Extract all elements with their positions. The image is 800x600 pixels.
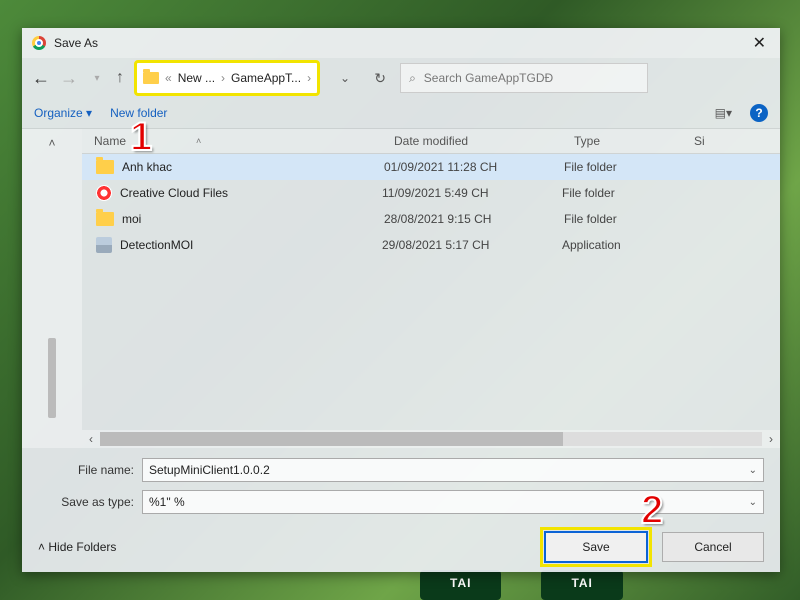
- scrollbar-thumb[interactable]: [48, 338, 56, 418]
- savetype-label: Save as type:: [38, 495, 142, 509]
- file-type: File folder: [564, 160, 704, 174]
- scrollbar-track[interactable]: [100, 432, 762, 446]
- breadcrumb-part[interactable]: New ...: [178, 71, 215, 85]
- save-fields: File name: SetupMiniClient1.0.0.2 ⌄ Save…: [22, 448, 780, 522]
- folder-icon: [96, 212, 114, 226]
- filename-value: SetupMiniClient1.0.0.2: [149, 463, 270, 477]
- col-type[interactable]: Type: [574, 134, 694, 148]
- scroll-left-icon[interactable]: ‹: [82, 432, 100, 446]
- col-size[interactable]: Si: [694, 134, 780, 148]
- scroll-right-icon[interactable]: ›: [762, 432, 780, 446]
- bg-tai-button: TAI: [541, 570, 622, 600]
- scrollbar-thumb[interactable]: [100, 432, 563, 446]
- address-dropdown[interactable]: ⌄: [330, 71, 360, 85]
- up-button[interactable]: ↑: [116, 69, 124, 87]
- col-date[interactable]: Date modified: [394, 134, 574, 148]
- savetype-select[interactable]: %1" % ⌄: [142, 490, 764, 514]
- file-type: File folder: [562, 186, 702, 200]
- view-icon: ▤: [715, 106, 724, 120]
- help-icon[interactable]: ?: [750, 104, 768, 122]
- nav-pane[interactable]: ˄: [22, 129, 82, 448]
- file-name: Anh khac: [122, 160, 384, 174]
- recent-dropdown[interactable]: ▾: [88, 73, 106, 84]
- chevron-right-icon: ›: [221, 71, 225, 85]
- view-options-button[interactable]: ▤ ▾: [715, 106, 732, 120]
- breadcrumb-part[interactable]: GameAppT...: [231, 71, 301, 85]
- hide-folders-label: Hide Folders: [48, 540, 116, 554]
- sort-indicator-icon: ˄: [196, 136, 201, 146]
- search-icon: ⌕: [409, 71, 416, 86]
- file-date: 11/09/2021 5:49 CH: [382, 186, 562, 200]
- forward-button: →: [60, 68, 78, 89]
- file-list: Name ˄ Date modified Type Si Anh khac01/…: [82, 129, 780, 448]
- titlebar: Save As ✕: [22, 28, 780, 58]
- organize-menu[interactable]: Organize ▾: [34, 106, 92, 120]
- chevron-down-icon[interactable]: ⌄: [749, 465, 757, 476]
- col-name[interactable]: Name: [94, 134, 126, 148]
- back-button[interactable]: ←: [32, 68, 50, 89]
- search-input[interactable]: ⌕ Search GameAppTGDĐ: [400, 63, 648, 93]
- filename-input[interactable]: SetupMiniClient1.0.0.2 ⌄: [142, 458, 764, 482]
- creative-cloud-icon: [96, 185, 112, 201]
- close-icon[interactable]: ✕: [749, 29, 770, 57]
- column-headers[interactable]: Name ˄ Date modified Type Si: [82, 129, 780, 154]
- table-row[interactable]: DetectionMOI29/08/2021 5:17 CHApplicatio…: [82, 232, 780, 258]
- address-bar[interactable]: « New ... › GameAppT... ›: [134, 60, 320, 96]
- callout-2: 2: [641, 488, 663, 533]
- table-row[interactable]: moi28/08/2021 9:15 CHFile folder: [82, 206, 780, 232]
- file-name: moi: [122, 212, 384, 226]
- chevron-left-icon: «: [165, 71, 172, 85]
- application-icon: [96, 237, 112, 253]
- dialog-footer: ˄ Hide Folders Save Cancel: [22, 522, 780, 572]
- file-date: 28/08/2021 9:15 CH: [384, 212, 564, 226]
- folder-icon: [96, 160, 114, 174]
- scroll-up-icon[interactable]: ˄: [44, 135, 60, 151]
- chevron-right-icon: ›: [307, 71, 311, 85]
- nav-bar: ← → ▾ ↑ « New ... › GameAppT... › ⌄ ↻ ⌕ …: [22, 58, 780, 98]
- bg-tai-button: TAI: [420, 570, 501, 600]
- search-placeholder: Search GameAppTGDĐ: [424, 71, 553, 85]
- file-name: Creative Cloud Files: [120, 186, 382, 200]
- chrome-icon: [32, 36, 46, 50]
- file-date: 01/09/2021 11:28 CH: [384, 160, 564, 174]
- chevron-down-icon: ▾: [726, 106, 732, 120]
- cancel-button[interactable]: Cancel: [662, 532, 764, 562]
- chevron-up-icon: ˄: [38, 540, 45, 554]
- horizontal-scrollbar[interactable]: ‹ ›: [82, 430, 780, 448]
- callout-1: 1: [130, 115, 152, 160]
- folder-icon: [143, 72, 159, 84]
- chevron-down-icon[interactable]: ⌄: [749, 497, 757, 508]
- file-type: Application: [562, 238, 702, 252]
- save-as-dialog: Save As ✕ ← → ▾ ↑ « New ... › GameAppT..…: [22, 28, 780, 572]
- filename-label: File name:: [38, 463, 142, 477]
- file-type: File folder: [564, 212, 704, 226]
- savetype-value: %1" %: [149, 495, 185, 509]
- file-date: 29/08/2021 5:17 CH: [382, 238, 562, 252]
- dialog-title: Save As: [54, 36, 98, 50]
- hide-folders-toggle[interactable]: ˄ Hide Folders: [38, 540, 116, 554]
- table-row[interactable]: Anh khac01/09/2021 11:28 CHFile folder: [82, 154, 780, 180]
- save-button[interactable]: Save: [544, 531, 648, 563]
- table-row[interactable]: Creative Cloud Files11/09/2021 5:49 CHFi…: [82, 180, 780, 206]
- refresh-button[interactable]: ↻: [370, 70, 390, 87]
- file-name: DetectionMOI: [120, 238, 382, 252]
